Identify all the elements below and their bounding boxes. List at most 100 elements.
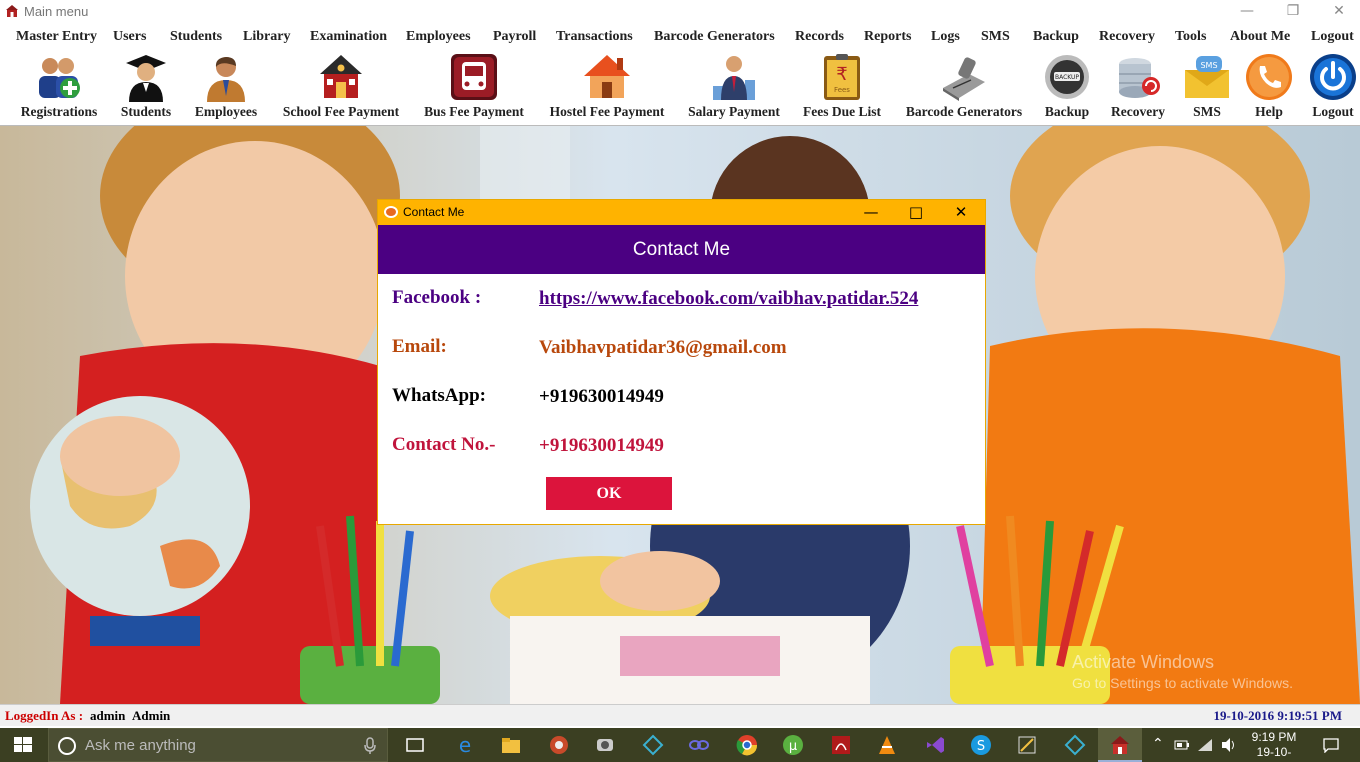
menu-bar: Master Entry Users Students Library Exam… [0,26,1360,48]
close-button[interactable]: ✕ [1316,0,1360,24]
toolbar-barcode-generators-button[interactable]: Barcode Generators [900,48,1028,126]
menu-reports[interactable]: Reports [864,29,911,45]
toolbar-label: Recovery [1111,104,1165,119]
file-explorer-icon[interactable] [500,734,522,756]
menu-transactions[interactable]: Transactions [556,29,633,45]
dialog-close-button[interactable]: ✕ [939,201,983,223]
battery-icon[interactable] [1174,739,1190,751]
toolbar-label: Students [120,104,172,119]
recovery-icon [1119,58,1160,98]
sms-icon: SMS [1185,56,1229,98]
toolbar-students-button[interactable]: Students [116,48,176,126]
menu-tools[interactable]: Tools [1175,29,1206,45]
windows-start-icon[interactable] [0,728,46,762]
toolbar-logout-button[interactable]: Logout [1306,48,1360,126]
toolbar-employees-button[interactable]: Employees [190,48,262,126]
active-app-tab[interactable] [1098,728,1142,762]
menu-examination[interactable]: Examination [310,29,387,45]
volume-icon[interactable] [1220,737,1238,753]
toolbar-recovery-button[interactable]: Recovery [1106,48,1170,126]
menu-logout[interactable]: Logout [1311,29,1354,45]
toolbar-label: Logout [1312,104,1354,119]
svg-text:₹: ₹ [836,64,847,85]
backup-icon: BACKUP [1045,55,1089,99]
toolbar-bus-fee-button[interactable]: Bus Fee Payment [418,48,530,126]
menu-logs[interactable]: Logs [931,29,960,45]
toolbar-sms-button[interactable]: SMS SMS [1180,48,1234,126]
phone-icon [1246,54,1292,100]
app-icon-4[interactable] [688,734,710,756]
menu-recovery[interactable]: Recovery [1099,29,1155,45]
menu-library[interactable]: Library [243,29,290,45]
toolbar-backup-button[interactable]: BACKUP Backup [1040,48,1094,126]
whatsapp-value: +919630014949 [539,386,664,407]
svg-text:S: S [977,739,985,754]
app-icon-3[interactable] [642,734,664,756]
tools-icon[interactable] [1016,734,1038,756]
dialog-minimize-button[interactable]: — [849,201,893,223]
facebook-label: Facebook : [392,287,482,308]
menu-backup[interactable]: Backup [1033,29,1079,45]
ok-button[interactable]: OK [546,477,672,510]
taskbar-time: 9:19 PM [1251,730,1297,744]
app-icon-5[interactable] [1064,734,1086,756]
menu-records[interactable]: Records [795,29,844,45]
toolbar-school-fee-button[interactable]: School Fee Payment [276,48,406,126]
school-icon [320,55,362,98]
dialog-titlebar: Contact Me — □ ✕ [378,200,985,225]
school-app-taskbar-icon [1111,736,1129,754]
utorrent-icon[interactable]: µ [782,734,804,756]
app-icon-2[interactable] [594,734,616,756]
menu-barcode-generators[interactable]: Barcode Generators [654,29,775,45]
toolbar-salary-payment-button[interactable]: Salary Payment [684,48,784,126]
email-value: Vaibhavpatidar36@gmail.com [539,337,787,358]
menu-master-entry[interactable]: Master Entry [16,29,97,45]
toolbar-label: Salary Payment [688,104,780,119]
notifications-icon[interactable] [1322,737,1340,753]
menu-employees[interactable]: Employees [406,29,471,45]
visual-studio-icon[interactable] [924,734,946,756]
menu-students[interactable]: Students [170,29,222,45]
bus-icon [451,54,497,100]
taskbar-clock[interactable]: 9:19 PM 19-10-2016 [1244,730,1304,762]
menu-users[interactable]: Users [113,29,146,45]
menu-payroll[interactable]: Payroll [493,29,536,45]
activate-windows-watermark: Activate Windows Go to Settings to activ… [1072,652,1293,691]
employee-icon [207,57,245,102]
microphone-icon [364,737,376,754]
menu-sms[interactable]: SMS [981,29,1010,45]
toolbar: Registrations Students Employees School … [0,48,1360,126]
facebook-link[interactable]: https://www.facebook.com/vaibhav.patidar… [539,288,918,310]
edge-browser-icon[interactable]: e [454,734,476,756]
dialog-maximize-button[interactable]: □ [894,201,938,223]
dialog-header: Contact Me [378,225,985,274]
chrome-icon[interactable] [736,734,758,756]
toolbar-label: Fees Due List [803,104,881,119]
toolbar-registrations-button[interactable]: Registrations [16,48,102,126]
tray-chevron-icon[interactable]: ⌃ [1152,736,1164,752]
power-icon [1310,54,1356,100]
toolbar-fees-due-button[interactable]: ₹ Fees Fees Due List [796,48,888,126]
minimize-button[interactable]: — [1224,0,1270,24]
toolbar-label: Barcode Generators [905,104,1023,119]
task-view-icon[interactable] [404,734,426,756]
vlc-icon[interactable] [876,734,898,756]
svg-text:µ: µ [789,739,797,754]
toolbar-help-button[interactable]: Help [1242,48,1296,126]
acrobat-icon[interactable] [830,734,852,756]
svg-text:SMS: SMS [1200,61,1217,70]
menu-about-me[interactable]: About Me [1230,29,1290,45]
logged-in-label: LoggedIn As : [5,708,84,723]
toolbar-hostel-fee-button[interactable]: Hostel Fee Payment [542,48,672,126]
restore-button[interactable]: ❐ [1270,0,1316,24]
windows-taskbar: Ask me anything e µ S ⌃ 9:19 PM 19-10-20… [0,728,1360,762]
app-icon-1[interactable] [548,734,570,756]
taskbar-search-box[interactable]: Ask me anything [48,728,388,762]
contact-number-label: Contact No.- [392,434,496,455]
school-app-icon [6,5,18,17]
svg-text:Fees: Fees [834,86,850,94]
wifi-icon[interactable] [1196,737,1214,753]
skype-icon[interactable]: S [970,734,992,756]
registrations-icon [39,58,80,98]
dialog-app-icon [384,206,398,218]
